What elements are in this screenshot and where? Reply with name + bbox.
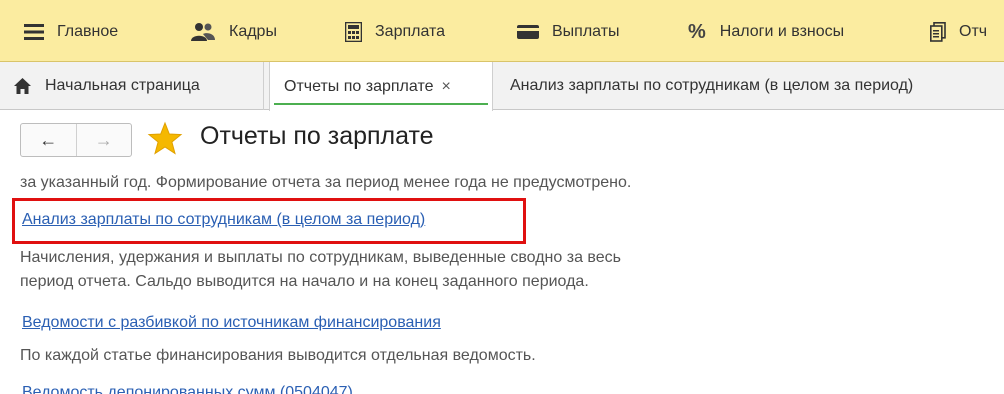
document-icon <box>930 22 946 42</box>
favorite-star-icon[interactable] <box>147 121 183 162</box>
home-icon <box>14 78 31 94</box>
tab-home[interactable]: Начальная страница <box>4 62 264 110</box>
menu-icon <box>24 23 44 41</box>
section-bar: Главное Кадры Зарплата Выплаты % Налоги … <box>0 0 1004 62</box>
tab-bar: Начальная страница Отчеты по зарплате × … <box>0 62 1004 111</box>
section-main-label: Главное <box>57 23 119 40</box>
report-description-line: период отчета. Сальдо выводится на начал… <box>20 273 589 290</box>
section-reports-label: Отч <box>959 23 988 40</box>
back-button[interactable]: ← <box>21 124 76 156</box>
report-description-line: Начисления, удержания и выплаты по сотру… <box>20 249 621 266</box>
section-payments[interactable]: Выплаты <box>517 18 620 46</box>
report-link-funding-sources[interactable]: Ведомости с разбивкой по источникам фина… <box>22 314 441 332</box>
navigation-buttons: ← → <box>20 123 132 157</box>
tab-analysis-label: Анализ зарплаты по сотрудникам (в целом … <box>510 77 914 94</box>
calculator-icon <box>345 22 362 42</box>
section-salary[interactable]: Зарплата <box>345 18 445 46</box>
people-icon <box>190 22 216 42</box>
section-reports[interactable]: Отч <box>930 18 987 46</box>
section-salary-label: Зарплата <box>375 23 446 40</box>
tab-salary-reports-label: Отчеты по зарплате <box>284 77 434 95</box>
report-description-salary-analysis: Начисления, удержания и выплаты по сотру… <box>20 246 621 294</box>
report-link-salary-analysis[interactable]: Анализ зарплаты по сотрудникам (в целом … <box>22 211 425 229</box>
tab-salary-reports[interactable]: Отчеты по зарплате × <box>269 62 493 111</box>
section-payments-label: Выплаты <box>552 23 620 40</box>
report-link-deposited-amounts[interactable]: Ведомость депонированных сумм (0504047) <box>22 384 353 394</box>
card-icon <box>517 24 539 40</box>
section-main[interactable]: Главное <box>24 18 118 46</box>
intro-description-tail: за указанный год. Формирование отчета за… <box>20 174 632 191</box>
forward-button[interactable]: → <box>75 124 132 156</box>
section-taxes[interactable]: % Налоги и взносы <box>688 18 844 46</box>
tab-home-label: Начальная страница <box>45 77 200 94</box>
section-taxes-label: Налоги и взносы <box>719 23 845 40</box>
report-description-funding-sources: По каждой статье финансирования выводитс… <box>20 347 536 364</box>
section-hr-label: Кадры <box>229 23 277 40</box>
page-title: Отчеты по зарплате <box>200 122 434 150</box>
percent-icon: % <box>688 21 706 43</box>
close-icon[interactable]: × <box>441 78 450 96</box>
tab-analysis[interactable]: Анализ зарплаты по сотрудникам (в целом … <box>500 62 1004 110</box>
section-hr[interactable]: Кадры <box>190 18 277 46</box>
